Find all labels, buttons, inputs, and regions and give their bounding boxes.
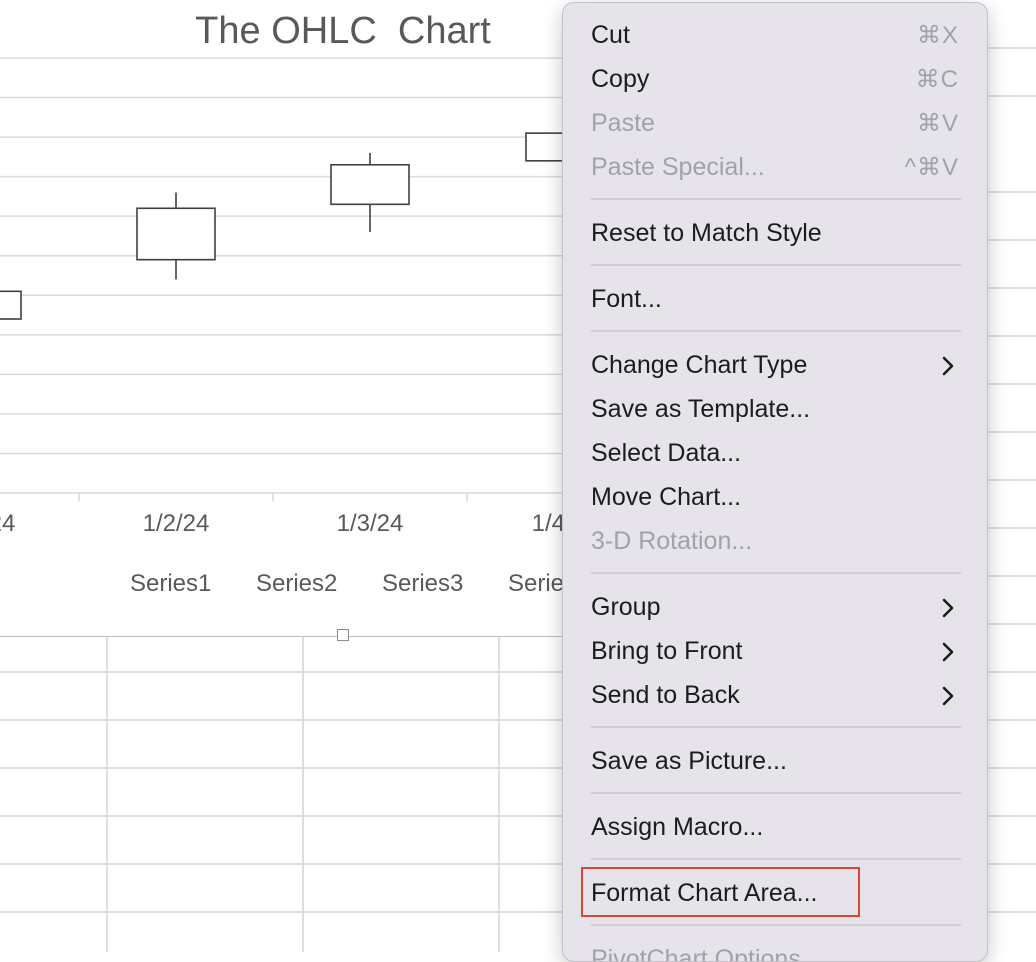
chart-resize-handle[interactable]: [337, 629, 349, 641]
candle-body[interactable]: [0, 290, 22, 320]
menu-separator: [591, 330, 961, 332]
menu-item-copy[interactable]: Copy ⌘C: [573, 59, 977, 101]
menu-item-label: Copy: [591, 65, 650, 93]
shortcut-label: ^⌘V: [904, 154, 959, 181]
menu-item-pivotchart-options: PivotChart Options...: [573, 939, 977, 962]
menu-item-label: Reset to Match Style: [591, 219, 822, 247]
menu-item-label: Paste: [591, 109, 655, 137]
x-tick-label: 1/3/24: [336, 510, 404, 537]
menu-separator: [591, 198, 961, 200]
shortcut-label: ⌘X: [916, 22, 959, 49]
candle-body[interactable]: [330, 163, 410, 206]
menu-item-save-as-picture[interactable]: Save as Picture...: [573, 741, 977, 783]
menu-item-label: Select Data...: [591, 439, 742, 467]
menu-item-label: Save as Template...: [591, 395, 811, 423]
menu-item-label: Send to Back: [591, 681, 740, 709]
legend-entry-series2[interactable]: Series2: [256, 570, 337, 598]
menu-item-save-as-template[interactable]: Save as Template...: [573, 389, 977, 431]
menu-item-change-chart-type[interactable]: Change Chart Type: [573, 345, 977, 387]
chevron-right-icon: [942, 686, 954, 706]
chevron-right-icon: [942, 356, 954, 376]
menu-item-move-chart[interactable]: Move Chart...: [573, 477, 977, 519]
menu-item-label: Save as Picture...: [591, 747, 787, 775]
menu-item-label: Cut: [591, 21, 630, 49]
menu-item-select-data[interactable]: Select Data...: [573, 433, 977, 475]
menu-item-paste: Paste ⌘V: [573, 103, 977, 145]
menu-separator: [591, 924, 961, 926]
menu-item-assign-macro[interactable]: Assign Macro...: [573, 807, 977, 849]
menu-separator: [591, 792, 961, 794]
candle-body[interactable]: [136, 207, 216, 261]
x-tick-label: 1/2/24: [142, 510, 210, 537]
menu-item-label: PivotChart Options...: [591, 945, 822, 962]
menu-item-label: Change Chart Type: [591, 351, 808, 379]
menu-item-3d-rotation: 3-D Rotation...: [573, 521, 977, 563]
menu-item-group[interactable]: Group: [573, 587, 977, 629]
context-menu: Cut ⌘X Copy ⌘C Paste ⌘V Paste Special...…: [562, 2, 988, 962]
menu-item-label: Paste Special...: [591, 153, 765, 181]
menu-item-bring-to-front[interactable]: Bring to Front: [573, 631, 977, 673]
chevron-right-icon: [942, 598, 954, 618]
highlight-annotation-box: [581, 867, 860, 917]
menu-separator: [591, 572, 961, 574]
menu-item-label: Move Chart...: [591, 483, 742, 511]
menu-item-label: Group: [591, 593, 661, 621]
legend-entry-series1[interactable]: Series1: [130, 570, 211, 598]
menu-item-cut[interactable]: Cut ⌘X: [573, 15, 977, 57]
shortcut-label: ⌘V: [916, 110, 959, 137]
menu-item-label: Assign Macro...: [591, 813, 764, 841]
menu-item-send-to-back[interactable]: Send to Back: [573, 675, 977, 717]
menu-item-label: 3-D Rotation...: [591, 527, 753, 555]
x-tick-label: 1/1/24: [0, 510, 16, 537]
menu-item-reset-to-match-style[interactable]: Reset to Match Style: [573, 213, 977, 255]
menu-item-paste-special: Paste Special... ^⌘V: [573, 147, 977, 189]
menu-item-font[interactable]: Font...: [573, 279, 977, 321]
shortcut-label: ⌘C: [915, 66, 959, 93]
menu-separator: [591, 858, 961, 860]
chevron-right-icon: [942, 642, 954, 662]
menu-item-label: Font...: [591, 285, 662, 313]
menu-item-label: Bring to Front: [591, 637, 743, 665]
menu-separator: [591, 264, 961, 266]
legend-entry-series3[interactable]: Series3: [382, 570, 463, 598]
menu-separator: [591, 726, 961, 728]
